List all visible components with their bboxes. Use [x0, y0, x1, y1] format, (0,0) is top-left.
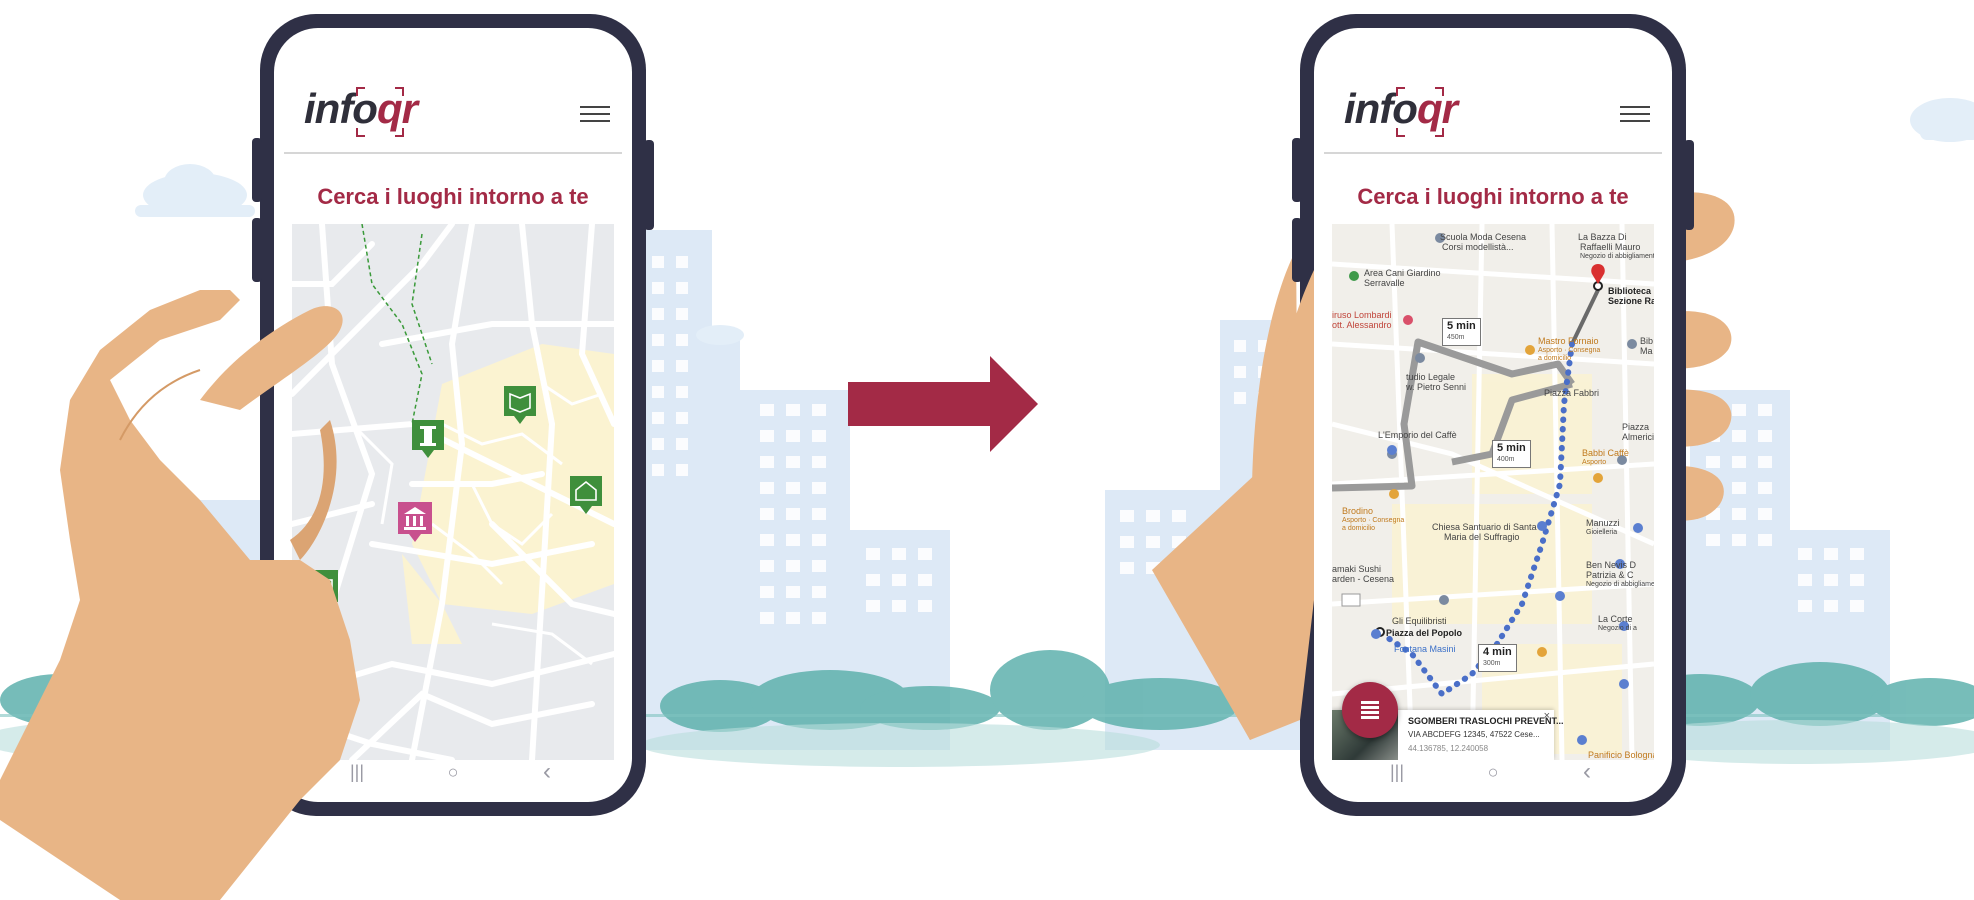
- right-hand-thumb: [1152, 270, 1314, 740]
- scene: infoqr Cerca i luoghi intorno a te ||| ○…: [0, 0, 1974, 900]
